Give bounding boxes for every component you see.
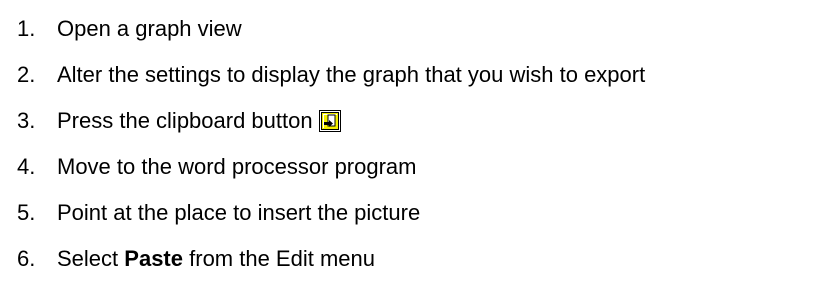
clipboard-export-icon xyxy=(318,110,341,132)
step-1: 1. Open a graph view xyxy=(17,6,832,52)
step-text: Point at the place to insert the picture xyxy=(57,200,421,225)
step-3: 3. Press the clipboard button xyxy=(17,98,832,144)
step-number: 1. xyxy=(17,16,36,41)
step-5: 5. Point at the place to insert the pict… xyxy=(17,190,832,236)
paste-command-label: Paste xyxy=(124,246,183,271)
step-6: 6. Select Paste from the Edit menu xyxy=(17,236,832,282)
step-number: 4. xyxy=(17,154,36,179)
step-text: Select Paste from the Edit menu xyxy=(57,248,375,270)
step-2: 2. Alter the settings to display the gra… xyxy=(17,52,832,98)
step-number: 2. xyxy=(17,62,36,87)
step-text-after: from the Edit menu xyxy=(189,246,375,271)
step-number: 3. xyxy=(17,108,36,133)
step-4: 4. Move to the word processor program xyxy=(17,144,832,190)
step-text-before: Select xyxy=(57,246,119,271)
instruction-list: 1. Open a graph view 2. Alter the settin… xyxy=(17,6,832,282)
step-text: Open a graph view xyxy=(57,16,242,41)
step-number: 5. xyxy=(17,200,36,225)
step-text: Press the clipboard button xyxy=(57,108,313,133)
step-text: Move to the word processor program xyxy=(57,154,417,179)
step-number: 6. xyxy=(17,246,36,271)
step-text: Alter the settings to display the graph … xyxy=(57,62,646,87)
